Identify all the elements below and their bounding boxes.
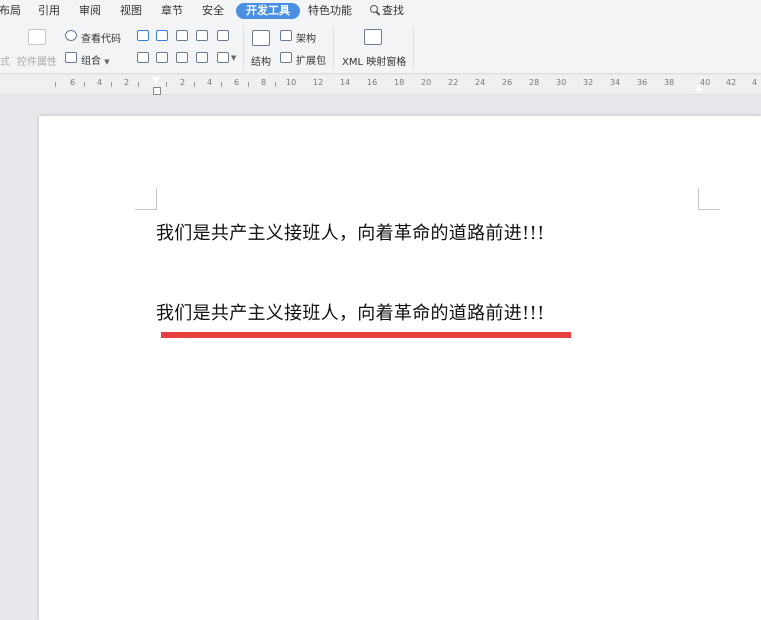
legacy-tools-icon[interactable]	[217, 52, 229, 63]
tab-developer-tools[interactable]: 开发工具	[236, 3, 300, 19]
schema-icon	[280, 30, 292, 41]
tab-chapter[interactable]: 章节	[161, 3, 183, 19]
group-icon	[65, 52, 77, 63]
margin-corner-top-left	[135, 188, 157, 210]
group-button[interactable]: 组合 ▼	[81, 52, 110, 67]
ruler-number: 12	[313, 78, 324, 87]
ruler-number: 26	[502, 78, 513, 87]
ruler-number: 16	[367, 78, 378, 87]
chevron-down-icon[interactable]: ▼	[231, 54, 236, 62]
right-indent-marker[interactable]	[695, 85, 703, 91]
ruler-number: 8	[261, 78, 267, 87]
ruler-number: 38	[664, 78, 675, 87]
ruler-tick	[111, 82, 112, 87]
ribbon-toolbar: 式 控件属性 查看代码 组合 ▼ ▼ 结构 架构 扩展包 XML 映射窗格	[0, 22, 761, 74]
paragraph-text[interactable]: 我们是共产主义接班人，向着革命的道路前进!!!	[156, 299, 545, 325]
image-control-icon[interactable]	[176, 30, 188, 41]
ruler-number: 24	[475, 78, 486, 87]
dropdown-list-icon[interactable]	[156, 52, 168, 63]
tab-review[interactable]: 审阅	[79, 3, 101, 19]
picture-content-icon[interactable]	[196, 30, 208, 41]
divider	[243, 26, 244, 70]
divider	[413, 26, 414, 70]
ruler-number: 36	[637, 78, 648, 87]
schema-button[interactable]: 架构	[296, 30, 316, 45]
structure-button[interactable]: 结构	[251, 53, 271, 68]
ruler-number: 2	[180, 78, 186, 87]
ruler-tick	[248, 82, 249, 87]
ruler-number: 30	[556, 78, 567, 87]
ruler-number: 20	[421, 78, 432, 87]
xml-mapping-pane-button[interactable]: XML 映射窗格	[342, 53, 406, 68]
ruler-tick	[221, 82, 222, 87]
control-properties-icon	[28, 29, 46, 45]
tab-view[interactable]: 视图	[120, 3, 142, 19]
paragraph-text[interactable]: 我们是共产主义接班人，向着革命的道路前进!!!	[156, 219, 545, 245]
divider	[333, 26, 334, 70]
ruler-number: 42	[726, 78, 737, 87]
expansion-pack-button[interactable]: 扩展包	[296, 52, 326, 67]
date-picker-icon[interactable]	[196, 52, 208, 63]
tab-references[interactable]: 引用	[38, 3, 60, 19]
ruler-number: 22	[448, 78, 459, 87]
horizontal-ruler[interactable]: 6 4 2 2 4 6 8 10 12 14 16 18 20 22 24 26…	[0, 75, 761, 95]
chevron-down-icon: ▼	[104, 58, 110, 66]
ruler-number: 28	[529, 78, 540, 87]
ruler-number: 34	[610, 78, 621, 87]
checkbox-control-icon[interactable]	[217, 30, 229, 41]
ruler-number: 6	[234, 78, 240, 87]
ruler-tick	[84, 82, 85, 87]
find-button[interactable]: 查找	[370, 3, 404, 19]
group-label: 组合	[81, 56, 101, 67]
tab-security[interactable]: 安全	[202, 3, 224, 19]
ruler-number: 4	[207, 78, 213, 87]
tab-special-features[interactable]: 特色功能	[308, 3, 352, 19]
ruler-tick	[166, 82, 167, 87]
document-area: 我们是共产主义接班人，向着革命的道路前进!!! 我们是共产主义接班人，向着革命的…	[0, 96, 761, 620]
ruler-number: 4	[752, 78, 758, 87]
combo-box-icon[interactable]	[137, 52, 149, 63]
ruler-tick	[275, 82, 276, 87]
view-code-button[interactable]: 查看代码	[81, 30, 121, 45]
tab-layout[interactable]: 布局	[0, 3, 21, 19]
ruler-number: 32	[583, 78, 594, 87]
xml-mapping-icon	[364, 29, 382, 45]
menu-bar: 布局 引用 审阅 视图 章节 安全 开发工具 特色功能 查找	[0, 0, 761, 22]
ruler-number: 10	[286, 78, 297, 87]
text-control-icon[interactable]	[137, 30, 149, 41]
style-label[interactable]: 式	[0, 53, 10, 68]
expansion-pack-icon	[280, 52, 292, 63]
ruler-number: 18	[394, 78, 405, 87]
ruler-tick	[55, 82, 56, 87]
search-icon	[370, 5, 380, 15]
ruler-tick	[138, 82, 139, 87]
find-label: 查找	[382, 4, 404, 17]
building-block-icon[interactable]	[176, 52, 188, 63]
ruler-number: 14	[340, 78, 351, 87]
rich-text-control-icon[interactable]	[156, 30, 168, 41]
ruler-tick	[194, 82, 195, 87]
ruler-number: 6	[70, 78, 76, 87]
structure-icon	[252, 30, 270, 46]
margin-corner-top-right	[698, 188, 720, 210]
view-code-icon	[65, 30, 77, 41]
ruler-number: 4	[97, 78, 103, 87]
ruler-number: 2	[124, 78, 130, 87]
control-properties-button[interactable]: 控件属性	[17, 53, 57, 68]
red-underline	[161, 332, 571, 338]
document-page[interactable]: 我们是共产主义接班人，向着革命的道路前进!!! 我们是共产主义接班人，向着革命的…	[39, 116, 761, 620]
indent-marker[interactable]	[152, 77, 161, 95]
